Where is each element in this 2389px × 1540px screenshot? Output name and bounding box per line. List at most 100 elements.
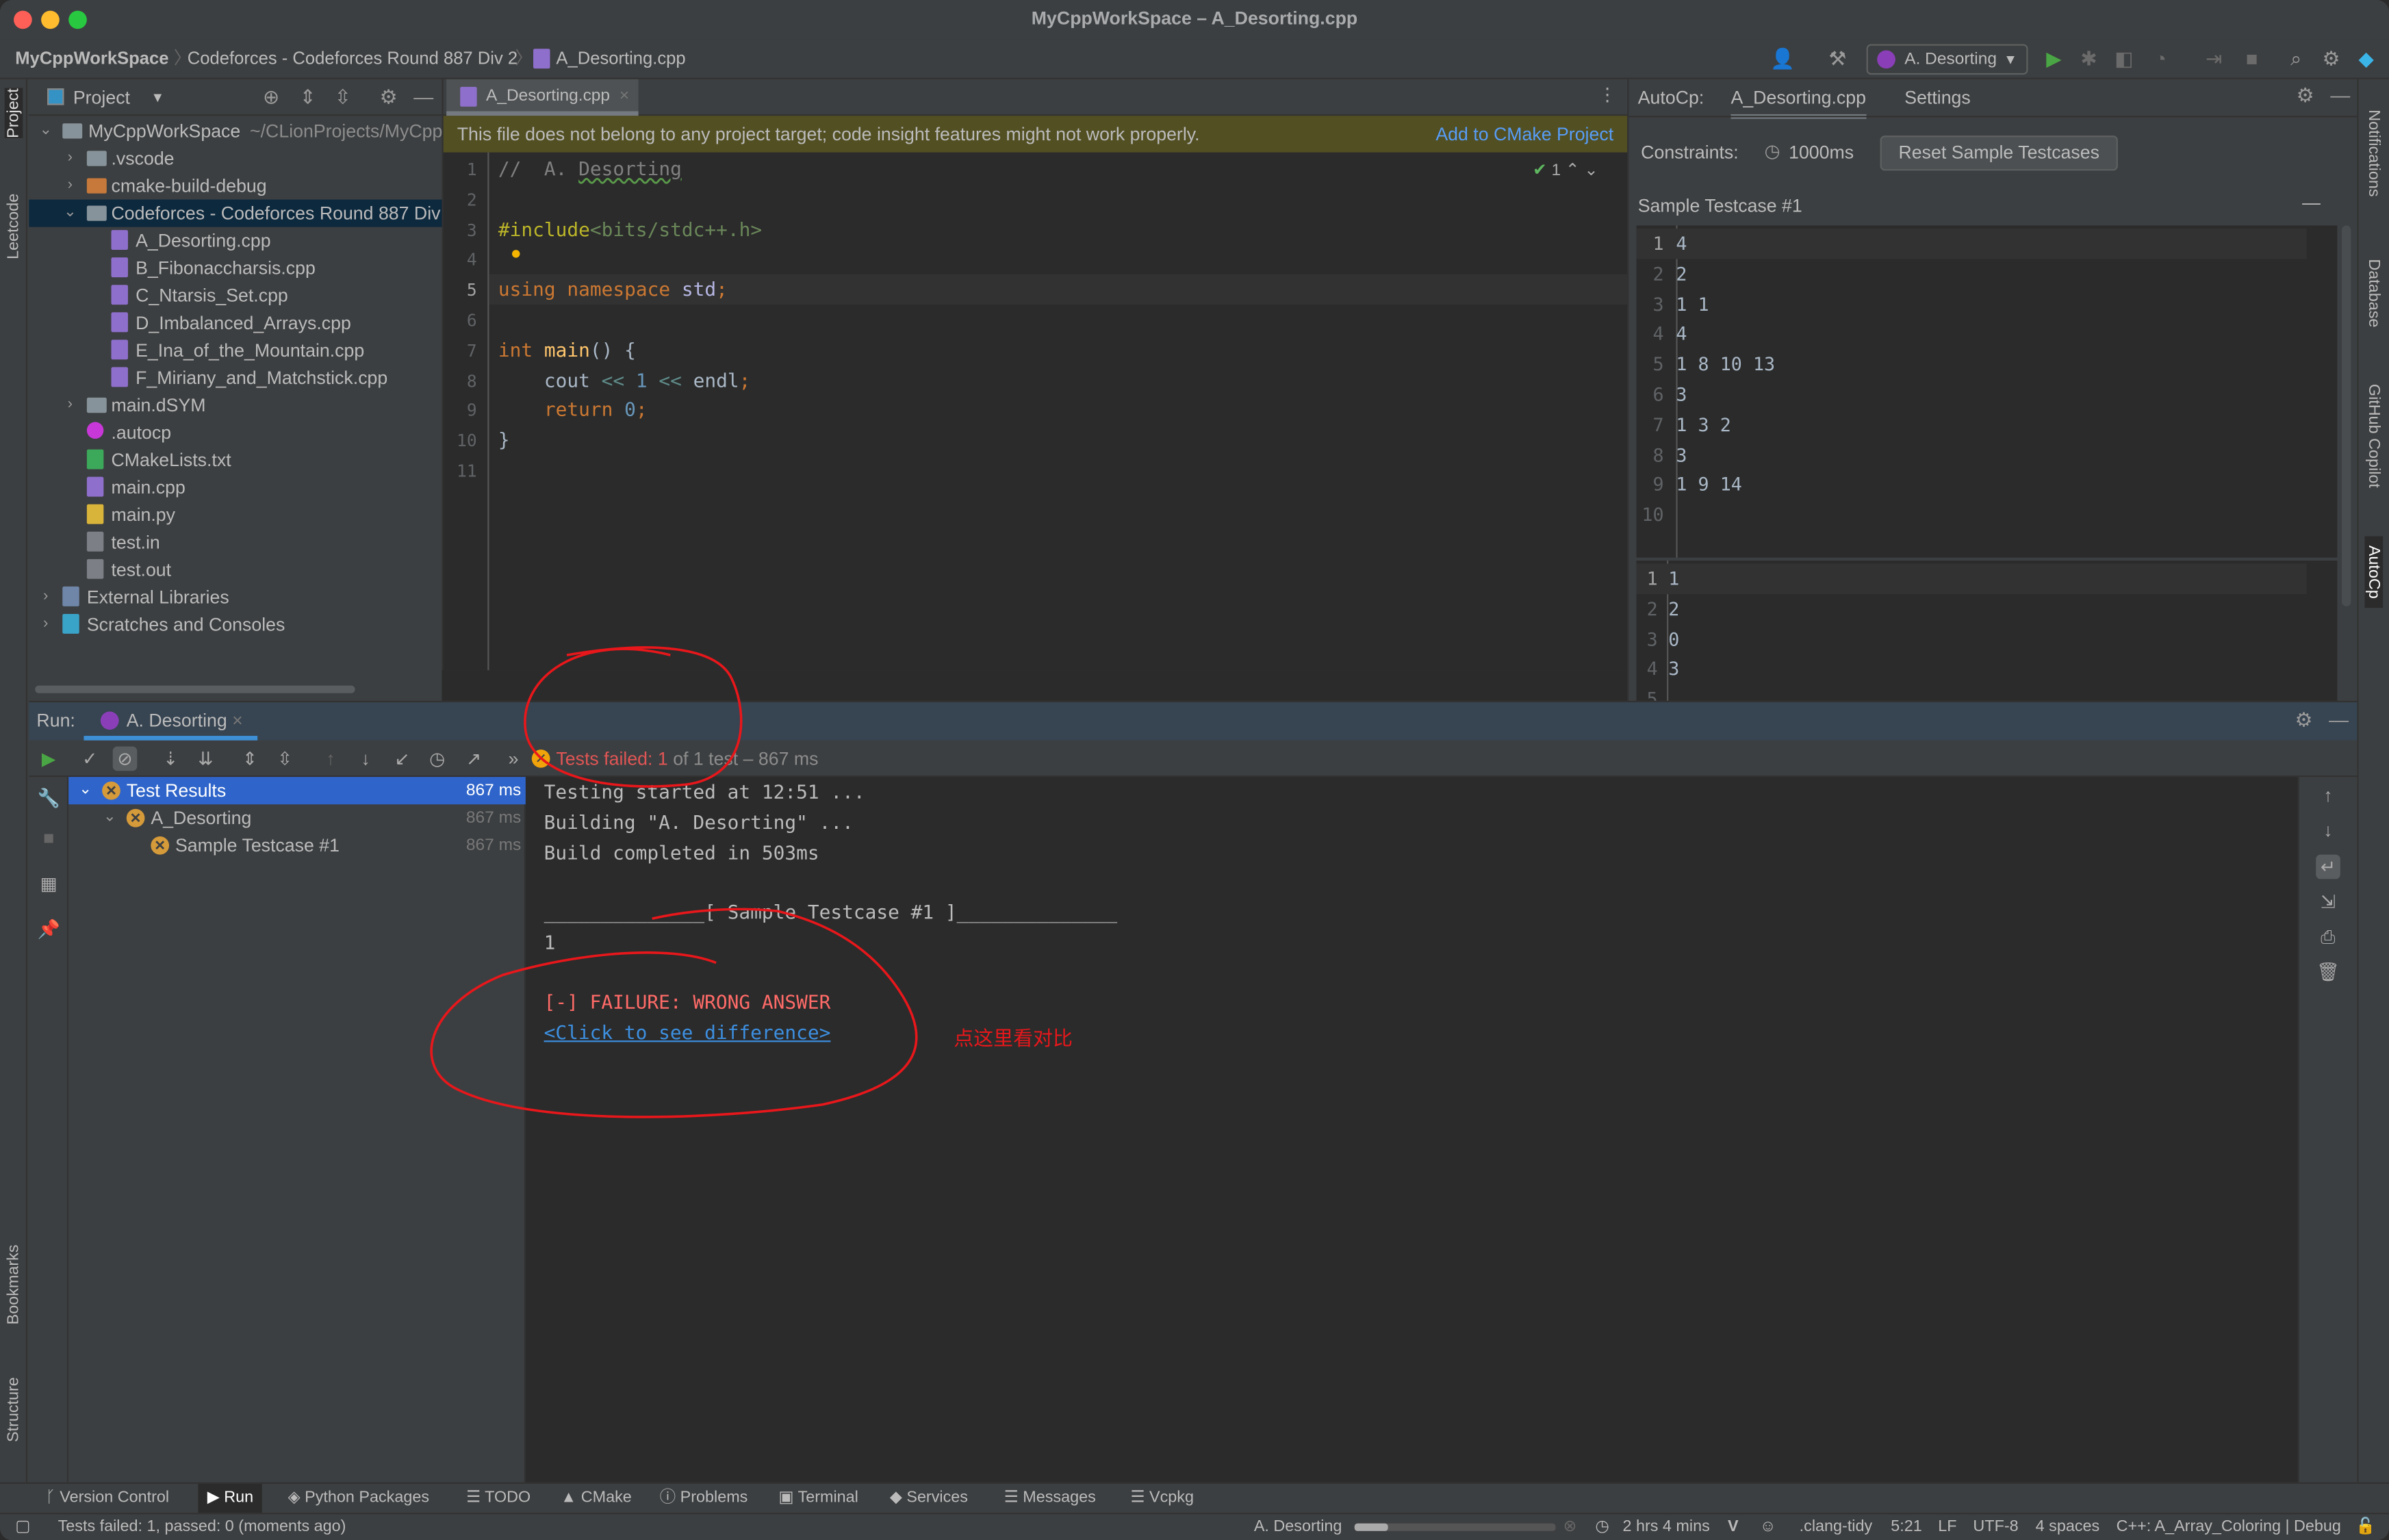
- collapse-icon[interactable]: —: [2302, 192, 2321, 213]
- tool-github-copilot[interactable]: GitHub Copilot: [2364, 384, 2383, 488]
- tree-item[interactable]: test.out: [29, 556, 442, 583]
- user-icon[interactable]: 👤: [1770, 47, 1795, 72]
- run-icon[interactable]: ▶: [2042, 47, 2067, 72]
- history-icon[interactable]: ◷: [425, 747, 450, 771]
- gear-icon[interactable]: ⚙: [376, 86, 401, 110]
- status-message[interactable]: Tests failed: 1, passed: 0 (moments ago): [58, 1514, 346, 1540]
- tree-item[interactable]: .autocp: [29, 419, 442, 446]
- more-icon[interactable]: ⋮: [1598, 84, 1617, 105]
- gear-icon[interactable]: ⚙: [2319, 47, 2344, 72]
- gear-icon[interactable]: ⚙: [2292, 708, 2316, 733]
- tool-run[interactable]: ▶ Run: [198, 1483, 263, 1513]
- maximize-window-button[interactable]: [68, 10, 87, 29]
- toolbox-icon[interactable]: ◆: [2354, 47, 2379, 72]
- hide-icon[interactable]: —: [2328, 84, 2353, 108]
- close-icon[interactable]: ×: [619, 79, 629, 113]
- arrow-down-icon[interactable]: ↓: [353, 747, 378, 771]
- arrow-down-icon[interactable]: ↓: [2316, 818, 2340, 843]
- tool-project[interactable]: Project: [4, 88, 23, 138]
- chevron-up-icon[interactable]: ⌃: [1566, 162, 1580, 180]
- add-to-cmake-link[interactable]: Add to CMake Project: [1435, 116, 1613, 152]
- breadcrumb-file[interactable]: A_Desorting.cpp: [556, 40, 685, 79]
- status-line-separator[interactable]: LF: [1938, 1514, 1956, 1540]
- tool-notifications[interactable]: Notifications: [2364, 110, 2383, 196]
- status-timer[interactable]: 2 hrs 4 mins: [1622, 1514, 1709, 1540]
- code-line[interactable]: int main() {: [498, 338, 636, 361]
- build-hammer-icon[interactable]: ⚒: [1826, 47, 1850, 72]
- status-indent[interactable]: 4 spaces: [2036, 1514, 2100, 1540]
- stop-icon[interactable]: ■: [2240, 47, 2264, 72]
- tree-item[interactable]: D_Imbalanced_Arrays.cpp: [29, 309, 442, 337]
- chevron-right-icon[interactable]: ›: [62, 172, 77, 200]
- chevron-right-icon[interactable]: ›: [62, 144, 77, 172]
- tree-item[interactable]: › .vscode: [29, 144, 442, 172]
- chevron-down-icon[interactable]: ⌄: [78, 777, 93, 804]
- tree-item[interactable]: CMakeLists.txt: [29, 446, 442, 474]
- code-line[interactable]: return 0;: [498, 398, 648, 421]
- tool-problems[interactable]: ⓘ Problems: [660, 1484, 748, 1513]
- test-result-row[interactable]: ⌄ ✕ A_Desorting 867 ms: [68, 804, 526, 832]
- code-line[interactable]: #include<bits/stdc++.h>: [498, 217, 762, 240]
- chevron-down-icon[interactable]: ▼: [151, 79, 164, 116]
- sort-duration-icon[interactable]: ⇊: [194, 747, 218, 771]
- tool-structure[interactable]: Structure: [5, 1377, 23, 1442]
- cancel-icon[interactable]: ⊗: [1563, 1514, 1577, 1540]
- test-result-row[interactable]: ✕ Sample Testcase #1 867 ms: [68, 832, 526, 859]
- tree-item[interactable]: C_Ntarsis_Set.cpp: [29, 282, 442, 309]
- tree-item[interactable]: A_Desorting.cpp: [29, 227, 442, 255]
- reset-testcases-button[interactable]: Reset Sample Testcases: [1880, 136, 2118, 171]
- tab-autocp-file[interactable]: A_Desorting.cpp: [1730, 87, 1866, 119]
- collapse-all-icon[interactable]: ⇳: [272, 747, 297, 771]
- tool-vcpkg[interactable]: ☰ Vcpkg: [1131, 1484, 1194, 1513]
- rerun-icon[interactable]: ▶: [36, 747, 61, 771]
- close-window-button[interactable]: [14, 10, 32, 29]
- run-console[interactable]: Testing started at 12:51 ... Building "A…: [525, 777, 2298, 1484]
- expand-all-icon[interactable]: ⇕: [296, 86, 320, 110]
- inspection-widget[interactable]: ✔ 1 ⌃ ⌄: [1533, 160, 1598, 180]
- sort-alpha-icon[interactable]: ⇣: [158, 747, 183, 771]
- run-tab[interactable]: A. Desorting ×: [84, 702, 259, 741]
- tree-item[interactable]: main.py: [29, 501, 442, 528]
- chevron-down-icon[interactable]: ⌄: [1584, 162, 1598, 180]
- hide-icon[interactable]: —: [411, 86, 436, 110]
- attach-icon[interactable]: ⇥: [2201, 47, 2226, 72]
- import-icon[interactable]: ↙: [390, 747, 415, 771]
- tool-cmake[interactable]: ▲ CMake: [561, 1484, 632, 1513]
- locate-icon[interactable]: ⊕: [259, 86, 283, 110]
- testcase-input[interactable]: 142231 14451 8 10 13 6 3 7 1 3 28391 9 14 10: [1636, 225, 2338, 558]
- code-line[interactable]: cout << 1 << endl;: [498, 368, 751, 391]
- status-task[interactable]: A. Desorting: [1254, 1514, 1342, 1540]
- chevron-down-icon[interactable]: ⌄: [102, 804, 117, 832]
- chevron-right-icon[interactable]: ›: [62, 392, 77, 419]
- tree-item[interactable]: › main.dSYM: [29, 392, 442, 419]
- tree-item[interactable]: › cmake-build-debug: [29, 172, 442, 200]
- vertical-scrollbar[interactable]: [2342, 225, 2351, 606]
- tree-item[interactable]: E_Ina_of_the_Mountain.cpp: [29, 337, 442, 364]
- pin-icon[interactable]: 📌: [36, 917, 61, 942]
- scroll-to-end-icon[interactable]: ⇲: [2316, 890, 2340, 914]
- collapse-all-icon[interactable]: ⇳: [331, 86, 355, 110]
- more-icon[interactable]: »: [501, 747, 526, 771]
- profile-icon[interactable]: ◔: [2148, 47, 2173, 72]
- tree-item[interactable]: › External Libraries: [29, 583, 442, 611]
- tool-services[interactable]: ◆ Services: [890, 1484, 968, 1513]
- tree-item[interactable]: ⌄ Codeforces - Codeforces Round 887 Div 2: [29, 199, 456, 227]
- testcase-expected-output[interactable]: 112230435: [1636, 561, 2338, 710]
- status-linter[interactable]: .clang-tidy: [1800, 1514, 1873, 1540]
- tool-leetcode[interactable]: Leetcode: [5, 194, 23, 259]
- chevron-right-icon[interactable]: ›: [38, 583, 53, 611]
- tree-root[interactable]: ⌄ MyCppWorkSpace ~/CLionProjects/MyCppWo…: [29, 117, 537, 144]
- panel-toggle-icon[interactable]: ▢: [15, 1514, 30, 1540]
- print-icon[interactable]: ⎙: [2316, 925, 2340, 949]
- expand-all-icon[interactable]: ⇕: [238, 747, 262, 771]
- arrow-up-icon[interactable]: ↑: [318, 747, 343, 771]
- chevron-down-icon[interactable]: ⌄: [62, 200, 77, 227]
- tool-version-control[interactable]: ᚴ Version Control: [46, 1484, 169, 1513]
- code-line[interactable]: using namespace std;: [498, 278, 728, 300]
- run-configuration-select[interactable]: A. Desorting ▼: [1866, 44, 2028, 75]
- status-position[interactable]: 5:21: [1891, 1514, 1921, 1540]
- lock-icon[interactable]: 🔓: [2355, 1514, 2375, 1540]
- breadcrumb-project[interactable]: MyCppWorkSpace: [15, 40, 168, 79]
- tree-item[interactable]: F_Miriany_and_Matchstick.cpp: [29, 364, 442, 392]
- chevron-right-icon[interactable]: ›: [38, 611, 53, 639]
